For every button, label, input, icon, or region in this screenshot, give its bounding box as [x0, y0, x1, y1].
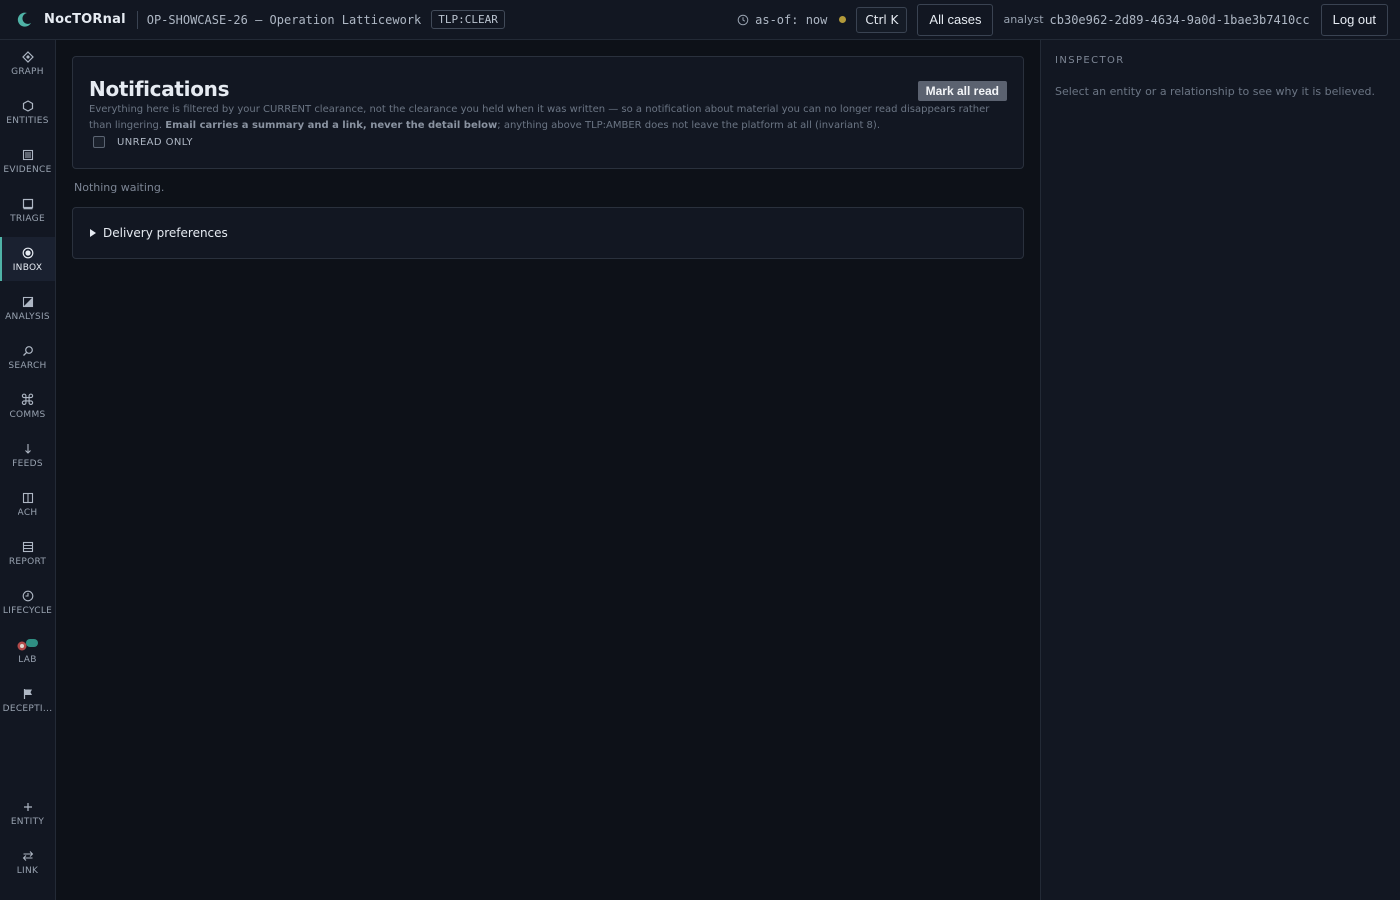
square-icon: [21, 197, 35, 211]
inbox-dot-icon: [21, 246, 35, 260]
hexagon-icon: [21, 99, 35, 113]
rail-label: LAB: [18, 654, 37, 665]
unread-only-checkbox[interactable]: [93, 136, 105, 148]
user-role: analyst: [1003, 13, 1044, 26]
columns-icon: [21, 491, 35, 505]
rail-item-feeds[interactable]: FEEDS: [0, 433, 55, 477]
rail-item-analysis[interactable]: ANALYSIS: [0, 286, 55, 330]
rail-label: ENTITY: [10, 816, 45, 827]
rail-item-lab[interactable]: LAB: [0, 629, 55, 673]
user-id: cb30e962-2d89-4634-9a0d-1bae3b7410cc: [1049, 12, 1310, 27]
nav-rail: GRAPH ENTITIES EVIDENCE TRIAGE INBOX ANA…: [0, 40, 56, 900]
all-cases-button[interactable]: All cases: [917, 3, 994, 36]
rail-label: EVIDENCE: [3, 164, 52, 175]
rail-item-graph[interactable]: GRAPH: [0, 41, 55, 85]
disclosure-triangle-icon: [90, 229, 96, 237]
rail-label: GRAPH: [11, 66, 44, 77]
rail-item-new-entity[interactable]: ENTITY: [0, 791, 55, 835]
rail-item-search[interactable]: SEARCH: [0, 335, 55, 379]
desc-emphasis: Email carries a summary and a link, neve…: [165, 120, 498, 131]
main-content: Notifications Mark all read Everything h…: [56, 40, 1040, 900]
delivery-preferences-toggle[interactable]: Delivery preferences: [72, 207, 1024, 259]
clock-icon: [21, 589, 35, 603]
mark-all-read-button[interactable]: Mark all read: [917, 81, 1007, 101]
unread-only-filter[interactable]: UNREAD ONLY: [93, 136, 193, 148]
delivery-preferences-label: Delivery preferences: [103, 226, 228, 240]
lab-icon: [16, 638, 40, 652]
rail-item-comms[interactable]: ⌘ COMMS: [0, 384, 55, 428]
flag-icon: [21, 687, 35, 701]
top-bar: NocTORnal OP-SHOWCASE-26 — Operation Lat…: [0, 0, 1400, 40]
notifications-description: Everything here is filtered by your CURR…: [89, 102, 994, 134]
rail-label: TRIAGE: [10, 213, 45, 224]
command-icon: ⌘: [20, 390, 35, 409]
logout-button[interactable]: Log out: [1320, 3, 1388, 36]
as-of-indicator[interactable]: as-of: now: [737, 13, 827, 27]
rail-item-new-link[interactable]: LINK: [0, 840, 55, 884]
search-icon: [21, 344, 35, 358]
rail-label: INBOX: [12, 262, 43, 273]
rail-label: ENTITIES: [6, 115, 49, 126]
graph-icon: [21, 50, 35, 64]
document-icon: [21, 148, 35, 162]
command-palette-shortcut[interactable]: Ctrl K: [856, 6, 908, 33]
rail-label: LINK: [16, 865, 39, 876]
rail-item-deception[interactable]: DECEPTI...: [0, 678, 55, 722]
down-arrow-icon: [21, 442, 35, 456]
rail-item-report[interactable]: REPORT: [0, 531, 55, 575]
analysis-icon: [21, 295, 35, 309]
rail-label: REPORT: [8, 556, 47, 567]
rail-item-ach[interactable]: ACH: [0, 482, 55, 526]
desc-text-end: ; anything above TLP:AMBER does not leav…: [497, 120, 880, 131]
rail-label: DECEPTI...: [2, 703, 53, 714]
tlp-badge: TLP:CLEAR: [431, 10, 505, 29]
status-dot: [839, 16, 847, 23]
rail-item-triage[interactable]: TRIAGE: [0, 188, 55, 232]
rail-label: ACH: [17, 507, 38, 518]
inspector-panel: INSPECTOR Select an entity or a relation…: [1040, 40, 1400, 900]
unread-only-label[interactable]: UNREAD ONLY: [117, 137, 193, 148]
plus-icon: [21, 800, 35, 814]
report-icon: [21, 540, 35, 554]
rail-item-lifecycle[interactable]: LIFECYCLE: [0, 580, 55, 624]
inspector-hint: Select an entity or a relationship to se…: [1055, 85, 1376, 98]
rail-item-inbox[interactable]: INBOX: [0, 237, 55, 281]
rail-item-evidence[interactable]: EVIDENCE: [0, 139, 55, 183]
rail-item-entities[interactable]: ENTITIES: [0, 90, 55, 134]
clock-icon: [737, 14, 749, 25]
case-name: OP-SHOWCASE-26 — Operation Latticework: [146, 12, 422, 27]
rail-label: ANALYSIS: [5, 311, 50, 322]
moon-logo-icon: [13, 9, 35, 31]
header-divider: [136, 10, 138, 29]
brand-name: NocTORnal: [44, 12, 126, 27]
rail-label: FEEDS: [12, 458, 43, 469]
swap-icon: [21, 849, 35, 863]
inspector-title: INSPECTOR: [1055, 55, 1125, 66]
rail-label: COMMS: [9, 409, 46, 420]
page-title: Notifications: [89, 77, 230, 101]
rail-label: SEARCH: [8, 360, 47, 371]
as-of-text: as-of: now: [755, 12, 828, 27]
empty-state: Nothing waiting.: [74, 181, 165, 194]
notifications-card: Notifications Mark all read Everything h…: [72, 56, 1024, 169]
rail-label: LIFECYCLE: [2, 605, 53, 616]
